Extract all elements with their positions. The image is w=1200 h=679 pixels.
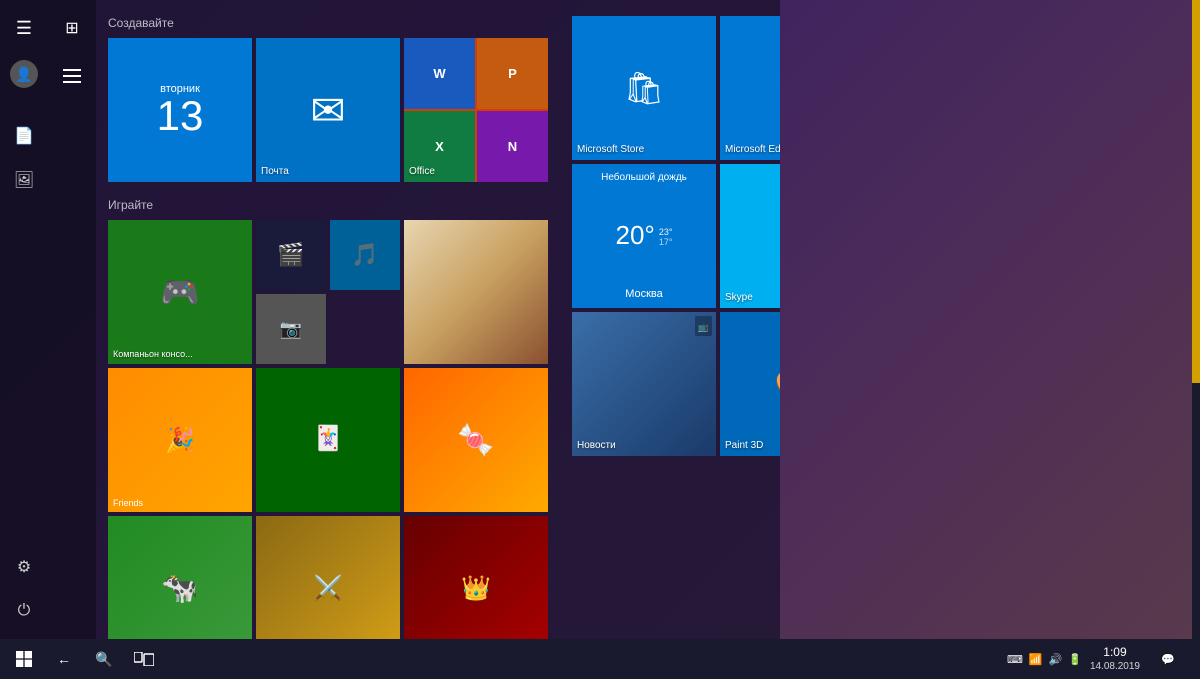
paint3d-label: Paint 3D (725, 440, 763, 452)
scrollbar-thumb[interactable] (1192, 0, 1200, 383)
right-tiles: 🛍 Microsoft Store e Microsoft Edge Небол… (560, 0, 780, 639)
date-display: 14.08.2019 (1090, 660, 1140, 673)
tiles-area: Создавайте вторник 13 ✉ Почта W P (96, 0, 560, 639)
photos-tile[interactable] (404, 220, 548, 364)
battery-icon: 🔋 (1068, 653, 1082, 666)
volume-icon: 🔊 (1049, 653, 1063, 666)
groove-small-tile[interactable]: 🎵 (330, 220, 400, 290)
system-icons: ⌨ 📶 🔊 🔋 (1007, 653, 1082, 666)
video-icon: 🎬 (277, 242, 304, 268)
candy-tile[interactable]: 🍬 (404, 368, 548, 512)
skype-tile[interactable]: S Skype (720, 164, 780, 308)
weather-tile[interactable]: Небольшой дождь 20° 23° 17° Москва (572, 164, 716, 308)
media-tiles-col: 🎬 🎵 📷 (256, 220, 400, 364)
apps-panel: ⊞ (48, 0, 96, 639)
task-view-button[interactable] (124, 639, 164, 679)
pictures-icon[interactable]: 🖼 (4, 160, 44, 200)
start-sidebar: ☰ 👤 📄 🖼 ⚙ ⏻ (0, 0, 48, 639)
start-button[interactable] (4, 639, 44, 679)
news-label: Новости (577, 440, 616, 452)
companion-label: Компаньон консо... (113, 349, 193, 360)
solitaire-icon: 🃏 (313, 424, 343, 453)
solitaire-tile[interactable]: 🃏 (256, 368, 400, 512)
video-tile[interactable]: 🎬 (256, 220, 326, 290)
taskbar-right: ⌨ 📶 🔊 🔋 1:09 14.08.2019 💬 (1007, 639, 1196, 679)
all-apps-grid-icon[interactable]: ⊞ (52, 8, 92, 48)
calendar-tile[interactable]: вторник 13 (108, 38, 252, 182)
royal-icon: 👑 (461, 574, 491, 603)
news-badge: 📺 (695, 316, 712, 336)
companion-icon: 🎮 (160, 273, 200, 311)
hamburger-icon[interactable]: ☰ (4, 8, 44, 48)
calendar-day-num: 13 (157, 95, 204, 137)
weather-temp: 20° (616, 220, 655, 251)
battle-icon: ⚔️ (313, 574, 343, 603)
camera-tile[interactable]: 📷 (256, 294, 326, 364)
ms-store-label: Microsoft Store (577, 144, 644, 156)
news-badge-icon: 📺 (698, 322, 709, 332)
office-tile-label: Office (409, 166, 435, 178)
user-avatar[interactable]: 👤 (10, 60, 38, 88)
weather-condition: Небольшой дождь (601, 172, 687, 183)
music-icon: 🎵 (351, 242, 378, 268)
onenote-app[interactable]: N (477, 111, 548, 182)
office-grid: W P X N (404, 38, 548, 182)
royal-tile[interactable]: 👑 Royal Revolt 2 (404, 516, 548, 639)
skype-label: Skype (725, 292, 753, 304)
file-explorer-icon[interactable]: 📄 (4, 116, 44, 156)
paint3d-tile[interactable]: 🎨 Paint 3D (720, 312, 780, 456)
friends-tile[interactable]: 🎉 Friends (108, 368, 252, 512)
companion-tile[interactable]: 🎮 Компаньон консо... (108, 220, 252, 364)
paint3d-icon: 🎨 (775, 368, 780, 401)
all-apps-list-icon[interactable] (52, 56, 92, 96)
friends-label: Friends (113, 498, 143, 508)
office-tile[interactable]: W P X N Office (404, 38, 548, 182)
weather-low: 17° (659, 237, 673, 247)
weather-high: 23° (659, 227, 673, 237)
friends-icon: 🎉 (165, 426, 195, 455)
clock[interactable]: 1:09 14.08.2019 (1090, 645, 1140, 674)
ms-edge-label: Microsoft Edge (725, 144, 780, 156)
back-button[interactable]: ← (44, 639, 84, 679)
media-row-2: 📷 (256, 294, 400, 364)
mail-tile[interactable]: ✉ Почта (256, 38, 400, 182)
play-section: Играйте 🎮 Компаньон консо... 🎬 🎵 (108, 198, 548, 639)
time-display: 1:09 (1090, 645, 1140, 661)
settings-icon[interactable]: ⚙ (4, 547, 44, 587)
start-menu: ☰ 👤 📄 🖼 ⚙ ⏻ ⊞ Создавайте (0, 0, 780, 639)
farm-tile[interactable]: 🐄 (108, 516, 252, 639)
page-scrollbar[interactable] (1192, 0, 1200, 639)
ms-store-tile[interactable]: 🛍 Microsoft Store (572, 16, 716, 160)
ms-edge-tile[interactable]: e Microsoft Edge (720, 16, 780, 160)
search-button[interactable]: 🔍 (84, 639, 124, 679)
mail-icon: ✉ (310, 86, 345, 135)
network-icon: 📶 (1029, 653, 1043, 666)
create-section: Создавайте вторник 13 ✉ Почта W P (108, 16, 548, 182)
create-section-title: Создавайте (108, 16, 548, 30)
mail-tile-label: Почта (261, 166, 289, 178)
word-app[interactable]: W (404, 38, 475, 109)
ppt-app[interactable]: P (477, 38, 548, 109)
news-tile[interactable]: Новости 📺 (572, 312, 716, 456)
battle-tile[interactable]: ⚔️ G (256, 516, 400, 639)
keyboard-icon: ⌨ (1007, 653, 1023, 666)
store-bag-icon: 🛍 (624, 69, 665, 107)
candy-icon: 🍬 (457, 423, 494, 458)
media-row-1: 🎬 🎵 (256, 220, 400, 290)
play-section-title: Играйте (108, 198, 548, 212)
camera-icon: 📷 (280, 319, 302, 340)
weather-city: Москва (625, 288, 663, 300)
notification-button[interactable]: 💬 (1148, 639, 1188, 679)
taskbar: ← 🔍 ⌨ 📶 🔊 🔋 1:09 14.08.2019 💬 (0, 639, 1200, 679)
power-icon[interactable]: ⏻ (4, 591, 44, 631)
farm-icon: 🐄 (161, 571, 198, 606)
